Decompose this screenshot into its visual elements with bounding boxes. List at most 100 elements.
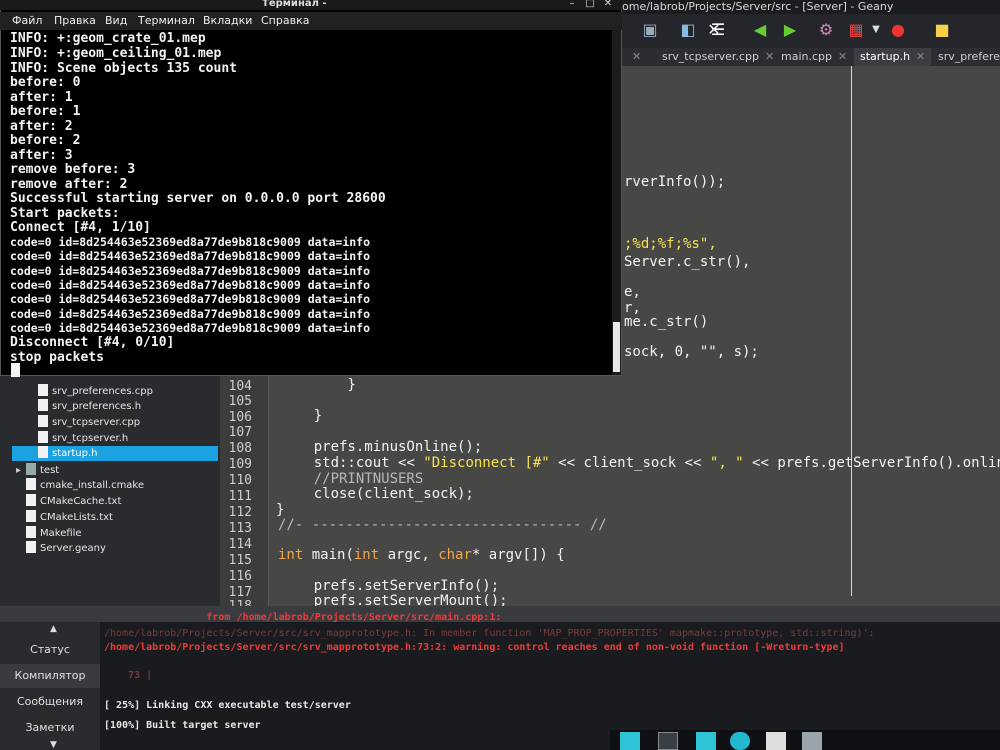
tab-status[interactable]: Статус xyxy=(0,638,100,662)
sidebar-item-label: CMakeCache.txt xyxy=(40,496,122,507)
dropdown-icon[interactable]: ▼ xyxy=(866,20,886,40)
sidebar-item-srv-tcpserver-cpp[interactable]: srv_tcpserver.cpp xyxy=(38,415,140,430)
minimize-icon[interactable]: – xyxy=(566,0,578,9)
menu-tabs[interactable]: Вкладки xyxy=(203,14,252,27)
line-number: 109 xyxy=(228,457,252,472)
tab-notes[interactable]: Заметки xyxy=(0,716,100,740)
back-icon[interactable]: ◀ xyxy=(750,20,770,40)
settings-icon[interactable] xyxy=(766,732,786,750)
chevron-right-icon[interactable]: ▸ xyxy=(16,463,26,478)
terminal-line: before: 2 xyxy=(10,133,81,148)
sidebar-item-srv-preferences-cpp[interactable]: srv_preferences.cpp xyxy=(38,384,153,399)
code-line: e, xyxy=(624,284,641,300)
close-icon[interactable]: ✕ xyxy=(838,50,847,63)
terminal-line: code=0 id=8d254463e52369ed8a77de9b818c90… xyxy=(10,292,371,306)
project-sidebar: srv_preferences.cpp srv_preferences.h sr… xyxy=(0,376,220,606)
close-icon[interactable]: ✕ xyxy=(602,0,614,9)
code-line: close(client_sock); xyxy=(280,486,474,502)
sidebar-item-label: srv_tcpserver.h xyxy=(52,433,129,444)
files-icon[interactable] xyxy=(620,732,640,750)
sidebar-item-srv-preferences-h[interactable]: srv_preferences.h xyxy=(38,399,141,414)
tab-messages[interactable]: Сообщения xyxy=(0,690,100,714)
tab-label: srv_tcpserver.cpp xyxy=(662,50,759,63)
color-icon[interactable]: ■ xyxy=(932,20,952,40)
close-icon[interactable]: ✕ xyxy=(704,20,724,40)
forward-icon[interactable]: ▶ xyxy=(780,20,800,40)
sidebar-item-server-geany[interactable]: Server.geany xyxy=(26,541,106,556)
close-icon[interactable]: ✕ xyxy=(916,50,925,63)
app-icon[interactable] xyxy=(696,732,716,750)
sidebar-item-label: srv_tcpserver.cpp xyxy=(52,417,141,428)
compiler-line[interactable]: 73 | xyxy=(104,670,152,681)
terminal-line: code=0 id=8d254463e52369ed8a77de9b818c90… xyxy=(10,235,371,249)
menu-terminal[interactable]: Терминал xyxy=(138,14,195,27)
code-line: } xyxy=(280,408,323,424)
code-line-109: std::cout << "Disconnect [#" << client_s… xyxy=(280,455,1000,471)
compiler-line[interactable]: [100%] Built target server xyxy=(104,720,261,731)
sidebar-item-cmakecache[interactable]: CMakeCache.txt xyxy=(26,494,121,509)
sidebar-item-startup-h[interactable]: startup.h xyxy=(12,446,218,461)
terminal-output[interactable]: INFO: +:geom_crate_01.mep INFO: +:geom_c… xyxy=(0,30,610,376)
compile-icon[interactable]: ⚙ xyxy=(816,20,836,40)
sidebar-item-cmake-install[interactable]: cmake_install.cmake xyxy=(26,478,144,493)
tab-srv-preferences[interactable]: srv_preferen xyxy=(932,48,1000,66)
tab-main-cpp[interactable]: main.cpp ✕ xyxy=(775,48,853,66)
menu-view[interactable]: Вид xyxy=(105,14,127,27)
message-tabs: ▲ Статус Компилятор Сообщения Заметки ▼ xyxy=(0,622,100,750)
compiler-line[interactable]: /home/labrob/Projects/Server/src/srv_map… xyxy=(104,628,875,639)
sidebar-item-label: test xyxy=(40,465,60,476)
compiler-warning-line[interactable]: /home/labrob/Projects/Server/src/srv_map… xyxy=(104,642,845,653)
sidebar-item-label: CMakeLists.txt xyxy=(40,512,113,523)
file-icon xyxy=(38,384,48,396)
terminal-line: before: 1 xyxy=(10,104,81,119)
sidebar-item-label: startup.h xyxy=(52,448,98,459)
folder-icon[interactable] xyxy=(802,732,822,750)
chevron-up-icon[interactable]: ▲ xyxy=(50,624,57,634)
line-number: 106 xyxy=(228,410,252,425)
line-number: 107 xyxy=(228,425,252,440)
terminal-line: INFO: +:geom_crate_01.mep xyxy=(10,31,206,46)
stop-icon[interactable]: ● xyxy=(888,20,908,40)
terminal-cursor xyxy=(11,363,20,377)
close-icon[interactable]: ✕ xyxy=(765,50,774,63)
menu-file[interactable]: Файл xyxy=(12,14,42,27)
terminal-line: remove before: 3 xyxy=(10,162,136,177)
code-line: } xyxy=(280,377,356,393)
code-line-115: int main(int argc, char* argv[]) { xyxy=(278,547,565,563)
terminal-line: after: 3 xyxy=(10,148,73,163)
tab-srv-tcpserver-cpp[interactable]: srv_tcpserver.cpp ✕ xyxy=(656,48,780,66)
open-icon[interactable]: ▣ xyxy=(640,20,660,40)
geany-window-title: ome/labrob/Projects/Server/src - [Server… xyxy=(622,0,894,13)
tab-blank[interactable]: ✕ xyxy=(620,48,647,66)
sidebar-item-label: srv_preferences.h xyxy=(52,401,142,412)
sidebar-item-srv-tcpserver-h[interactable]: srv_tcpserver.h xyxy=(38,431,128,446)
menu-edit[interactable]: Правка xyxy=(54,14,96,27)
compiler-line[interactable]: [ 25%] Linking CXX executable test/serve… xyxy=(104,700,351,711)
file-icon xyxy=(38,415,48,427)
sidebar-item-label: srv_preferences.cpp xyxy=(52,386,153,397)
compiler-line[interactable]: from /home/labrob/Projects/Server/src/ma… xyxy=(104,612,501,623)
sidebar-item-test[interactable]: ▸ test xyxy=(16,463,59,478)
tab-compiler[interactable]: Компилятор xyxy=(0,664,100,688)
terminal-title-bar[interactable]: Терминал - – □ ✕ xyxy=(0,0,622,10)
terminal-icon[interactable] xyxy=(658,732,678,750)
browser-icon[interactable] xyxy=(730,732,750,750)
line-number: 112 xyxy=(228,505,252,520)
tab-startup-h[interactable]: startup.h ✕ xyxy=(854,48,932,66)
tab-label: main.cpp xyxy=(781,50,832,63)
code-line: rverInfo()); xyxy=(624,174,726,190)
sidebar-item-cmakelists[interactable]: CMakeLists.txt xyxy=(26,510,113,525)
file-icon xyxy=(26,526,36,538)
maximize-icon[interactable]: □ xyxy=(584,0,596,9)
build-icon[interactable]: ▦ xyxy=(846,20,866,40)
terminal-line: stop packets xyxy=(10,350,104,365)
menu-help[interactable]: Справка xyxy=(261,14,309,27)
terminal-line: code=0 id=8d254463e52369ed8a77de9b818c90… xyxy=(10,321,371,335)
terminal-scrollbar-thumb[interactable] xyxy=(613,322,620,372)
line-number: 115 xyxy=(228,553,252,568)
terminal-line: code=0 id=8d254463e52369ed8a77de9b818c90… xyxy=(10,249,371,263)
chevron-down-icon[interactable]: ▼ xyxy=(50,740,57,750)
terminal-line: before: 0 xyxy=(10,75,81,90)
sidebar-item-makefile[interactable]: Makefile xyxy=(26,526,82,541)
save-icon[interactable]: ◧ xyxy=(678,20,698,40)
